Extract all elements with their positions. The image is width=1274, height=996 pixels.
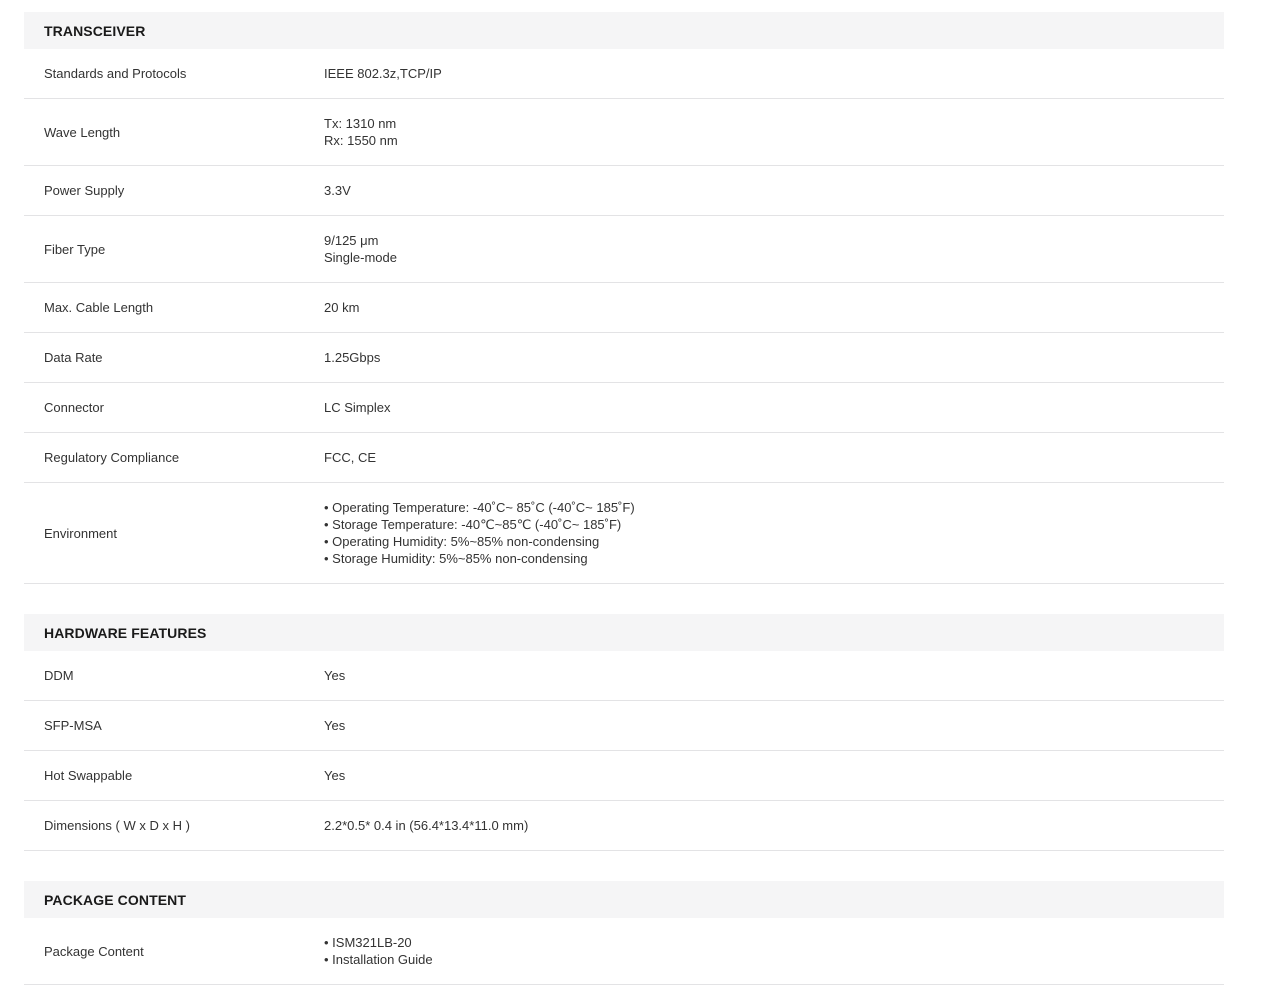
spec-label: SFP-MSA (44, 718, 102, 733)
spec-value-line: 20 km (324, 300, 360, 315)
spec-label: DDM (44, 668, 74, 683)
spec-value-line: 1.25Gbps (324, 350, 381, 365)
spec-row-data-rate: Data Rate 1.25Gbps (24, 333, 1224, 383)
spec-value: 9/125 μm Single-mode (324, 232, 1224, 266)
spec-row-environment: Environment • Operating Temperature: -40… (24, 483, 1224, 584)
spec-row-fiber-type: Fiber Type 9/125 μm Single-mode (24, 216, 1224, 283)
section-transceiver: TRANSCEIVER Standards and Protocols IEEE… (24, 12, 1224, 584)
spec-value: 20 km (324, 299, 1224, 316)
spec-row-dimensions: Dimensions ( W x D x H ) 2.2*0.5* 0.4 in… (24, 801, 1224, 851)
spec-value-line: Yes (324, 718, 346, 733)
section-header: TRANSCEIVER (24, 12, 1224, 49)
spec-value: 3.3V (324, 182, 1224, 199)
section-title: PACKAGE CONTENT (44, 891, 187, 908)
spec-value-line: Yes (324, 768, 346, 783)
spec-row-power-supply: Power Supply 3.3V (24, 166, 1224, 216)
spec-value-line: Single-mode (324, 250, 397, 265)
spec-value: Tx: 1310 nm Rx: 1550 nm (324, 115, 1224, 149)
spec-label: Environment (44, 525, 117, 541)
spec-label: Power Supply (44, 183, 125, 198)
spec-value: 2.2*0.5* 0.4 in (56.4*13.4*11.0 mm) (324, 817, 1224, 834)
section-package-content: PACKAGE CONTENT Package Content • ISM321… (24, 881, 1224, 985)
spec-value-line: 2.2*0.5* 0.4 in (56.4*13.4*11.0 mm) (324, 818, 529, 833)
spec-value: 1.25Gbps (324, 349, 1224, 366)
spec-value: • Operating Temperature: -40˚C~ 85˚C (-4… (324, 499, 1224, 567)
spec-value-line: 9/125 μm (324, 233, 379, 248)
spec-row-sfp-msa: SFP-MSA Yes (24, 701, 1224, 751)
spec-value: Yes (324, 717, 1224, 734)
spec-row-connector: Connector LC Simplex (24, 383, 1224, 433)
spec-row-ddm: DDM Yes (24, 651, 1224, 701)
spec-label: Connector (44, 400, 104, 415)
spec-value-line: 3.3V (324, 183, 351, 198)
section-title: TRANSCEIVER (44, 22, 146, 39)
section-header: HARDWARE FEATURES (24, 614, 1224, 651)
spec-label: Dimensions ( W x D x H ) (44, 818, 190, 833)
spec-value-line: • Storage Temperature: -40℃~85℃ (-40˚C~ … (324, 517, 622, 532)
spec-label: Regulatory Compliance (44, 450, 180, 465)
spec-value: • ISM321LB-20 • Installation Guide (324, 934, 1224, 968)
spec-row-package-content: Package Content • ISM321LB-20 • Installa… (24, 918, 1224, 985)
spec-value-line: • Operating Temperature: -40˚C~ 85˚C (-4… (324, 500, 635, 515)
spec-value-line: • ISM321LB-20 (324, 935, 412, 950)
spec-value: Yes (324, 767, 1224, 784)
spec-label: Hot Swappable (44, 768, 133, 783)
spec-value-line: • Storage Humidity: 5%~85% non-condensin… (324, 551, 588, 566)
spec-row-max-cable-length: Max. Cable Length 20 km (24, 283, 1224, 333)
spec-value: IEEE 802.3z,TCP/IP (324, 65, 1224, 82)
section-hardware-features: HARDWARE FEATURES DDM Yes SFP-MSA Yes Ho… (24, 614, 1224, 851)
spec-row-wave-length: Wave Length Tx: 1310 nm Rx: 1550 nm (24, 99, 1224, 166)
section-header: PACKAGE CONTENT (24, 881, 1224, 918)
spec-row-standards: Standards and Protocols IEEE 802.3z,TCP/… (24, 49, 1224, 99)
spec-value-line: Rx: 1550 nm (324, 133, 398, 148)
spec-value-line: LC Simplex (324, 400, 391, 415)
spec-value-line: • Installation Guide (324, 952, 433, 967)
spec-label: Package Content (44, 943, 144, 959)
spec-value: LC Simplex (324, 399, 1224, 416)
spec-value-line: Yes (324, 668, 346, 683)
spec-row-hot-swappable: Hot Swappable Yes (24, 751, 1224, 801)
spec-value: FCC, CE (324, 449, 1224, 466)
spec-value: Yes (324, 667, 1224, 684)
spec-label: Max. Cable Length (44, 300, 154, 315)
spec-label: Data Rate (44, 350, 103, 365)
spec-value-line: FCC, CE (324, 450, 376, 465)
spec-value-line: IEEE 802.3z,TCP/IP (324, 66, 442, 81)
spec-row-regulatory-compliance: Regulatory Compliance FCC, CE (24, 433, 1224, 483)
spec-label: Standards and Protocols (44, 66, 187, 81)
section-title: HARDWARE FEATURES (44, 624, 207, 641)
spec-page: TRANSCEIVER Standards and Protocols IEEE… (0, 0, 1224, 985)
spec-label: Fiber Type (44, 241, 106, 257)
spec-value-line: • Operating Humidity: 5%~85% non-condens… (324, 534, 600, 549)
spec-value-line: Tx: 1310 nm (324, 116, 397, 131)
spec-label: Wave Length (44, 124, 121, 140)
